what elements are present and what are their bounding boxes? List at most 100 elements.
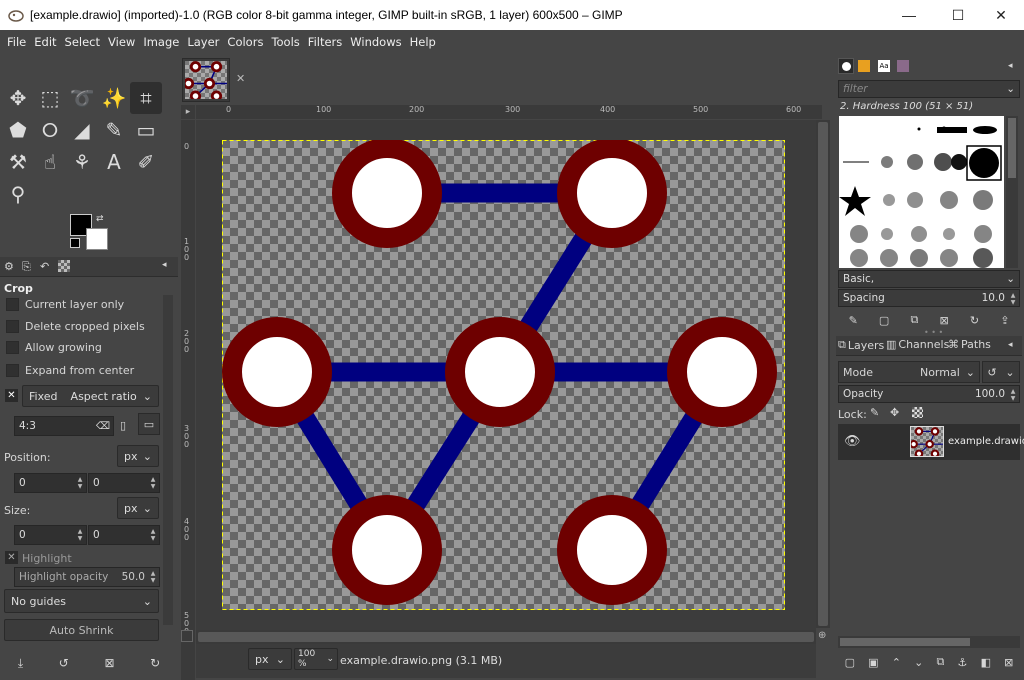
lasso-icon[interactable]: ➰	[66, 82, 98, 114]
tab-paths[interactable]: ⌘ Paths	[948, 338, 991, 351]
image-tab[interactable]	[182, 58, 230, 102]
guides-dropdown[interactable]: No guides ⌄	[4, 589, 159, 613]
restore-options-icon[interactable]: ↺	[59, 656, 69, 670]
minimize-button[interactable]: —	[886, 0, 932, 30]
tab-fonts-icon[interactable]: Aa	[878, 60, 890, 72]
close-window-button[interactable]: ✕	[978, 0, 1024, 30]
layer-mode-dropdown[interactable]: Mode Normal ⌄	[838, 361, 980, 383]
new-brush-icon[interactable]: ▢	[879, 314, 889, 327]
fixed-aspect-dropdown[interactable]: Fixed Aspect ratio ⌄	[22, 385, 159, 407]
portrait-icon[interactable]: ▯	[120, 419, 126, 432]
panel-menu-icon[interactable]: ◂	[162, 260, 167, 270]
vertical-scrollbar[interactable]	[816, 120, 830, 628]
brush-preset-dropdown[interactable]: Basic, ⌄	[838, 270, 1020, 288]
layers-scrollbar[interactable]	[838, 636, 1020, 648]
clone-tool-icon[interactable]: ⚒	[2, 146, 34, 178]
move-tool-icon[interactable]: ✥	[2, 82, 34, 114]
tab-document-history-icon[interactable]	[897, 60, 909, 72]
spinner-icon[interactable]: ▲ ▼	[147, 474, 159, 492]
tab-undo-history-icon[interactable]: ↶	[40, 260, 49, 273]
swap-colors-icon[interactable]: ⇄	[96, 214, 104, 224]
size-h-input[interactable]: 0 ▲ ▼	[88, 525, 160, 545]
menu-view[interactable]: View	[104, 35, 139, 49]
tab-device-status-icon[interactable]: ⎘	[22, 260, 31, 274]
refresh-brushes-icon[interactable]: ↻	[970, 314, 979, 327]
spinner-icon[interactable]: ▲ ▼	[147, 568, 159, 586]
background-color[interactable]	[86, 228, 108, 250]
toggle-quick-mask-icon[interactable]	[181, 630, 193, 642]
delete-options-icon[interactable]: ⊠	[104, 656, 114, 670]
horizontal-scrollbar[interactable]	[196, 630, 816, 644]
zoom-tool-icon[interactable]: ⚲	[2, 178, 34, 210]
crop-tool-icon[interactable]: ⌗	[130, 82, 162, 114]
vertical-ruler[interactable]: 0 100 200 300 400 500	[181, 120, 195, 680]
menu-select[interactable]: Select	[61, 35, 104, 49]
close-image-tab-button[interactable]: ✕	[236, 72, 245, 85]
landscape-icon[interactable]: ▭	[138, 413, 160, 435]
lock-position-icon[interactable]: ✥	[890, 406, 899, 419]
duplicate-brush-icon[interactable]: ⧉	[910, 313, 918, 327]
lock-pixels-icon[interactable]: ✎	[870, 406, 879, 419]
save-options-icon[interactable]: ⤓	[18, 656, 23, 671]
current-layer-only-checkbox[interactable]: Current layer only	[0, 293, 170, 315]
edit-brush-icon[interactable]: ✎	[849, 314, 858, 327]
quick-mask-corner-icon[interactable]: ▸	[181, 105, 195, 119]
spinner-icon[interactable]: ▲ ▼	[74, 526, 86, 544]
mask-layer-icon[interactable]: ◧	[981, 656, 991, 669]
navigate-icon[interactable]: ⊕	[818, 630, 826, 641]
spinner-icon[interactable]: ▲ ▼	[1007, 290, 1019, 308]
spinner-icon[interactable]: ▲ ▼	[1007, 386, 1019, 404]
brush-filter-input[interactable]: filter ⌄	[838, 80, 1020, 98]
tab-images-icon[interactable]	[58, 260, 70, 272]
duplicate-layer-icon[interactable]: ⧉	[937, 655, 945, 669]
auto-shrink-button[interactable]: Auto Shrink	[4, 619, 159, 641]
color-picker-icon[interactable]: ✐	[130, 146, 162, 178]
spacing-slider[interactable]: Spacing 10.0 ▲ ▼	[838, 289, 1020, 307]
panel-menu-icon[interactable]: ◂	[1008, 61, 1013, 71]
lower-layer-icon[interactable]: ⌄	[914, 656, 923, 669]
menu-image[interactable]: Image	[139, 35, 183, 49]
tab-tool-options-icon[interactable]: ⚙	[4, 260, 14, 273]
paintbrush-icon[interactable]: ✎	[98, 114, 130, 146]
new-layer-icon[interactable]: ▢	[845, 656, 855, 669]
menu-layer[interactable]: Layer	[183, 35, 223, 49]
layer-opacity-slider[interactable]: Opacity 100.0 ▲ ▼	[838, 385, 1020, 403]
position-y-input[interactable]: 0 ▲ ▼	[88, 473, 160, 493]
position-unit-dropdown[interactable]: px ⌄	[117, 445, 159, 467]
expand-center-checkbox[interactable]: Expand from center	[0, 359, 170, 381]
layer-row[interactable]: 👁 example.drawio	[838, 424, 1024, 460]
image-canvas[interactable]	[222, 140, 785, 610]
tab-patterns-icon[interactable]	[858, 60, 870, 72]
anchor-layer-icon[interactable]: ⚓	[958, 656, 968, 669]
fixed-checkbox[interactable]: ✕	[5, 389, 18, 402]
scrollbar-thumb[interactable]	[198, 632, 814, 642]
size-unit-dropdown[interactable]: px ⌄	[117, 497, 159, 519]
brush-scrollbar[interactable]	[1006, 116, 1018, 268]
new-layer-group-icon[interactable]: ▣	[868, 656, 878, 669]
warp-tool-icon[interactable]: ⭘	[34, 114, 66, 146]
spinner-icon[interactable]: ▲ ▼	[74, 474, 86, 492]
zoom-dropdown[interactable]: 100 % ⌄	[294, 648, 338, 670]
highlight-opacity-slider[interactable]: Highlight opacity 50.0 ▲ ▼	[14, 567, 160, 587]
reset-options-icon[interactable]: ↻	[150, 656, 160, 670]
delete-cropped-checkbox[interactable]: Delete cropped pixels	[0, 315, 170, 337]
bucket-fill-icon[interactable]: ◢	[66, 114, 98, 146]
options-scrollbar[interactable]	[163, 295, 173, 625]
composite-mode-dropdown[interactable]: ↺ ⌄	[982, 361, 1020, 383]
open-brush-icon[interactable]: ⇪	[1000, 314, 1009, 327]
menu-tools[interactable]: Tools	[267, 35, 303, 49]
allow-growing-checkbox[interactable]: Allow growing	[0, 336, 170, 358]
ratio-input[interactable]: 4:3 ⌫	[14, 416, 114, 436]
delete-brush-icon[interactable]: ⊠	[939, 314, 948, 327]
horizontal-ruler[interactable]: 0 100 200 300 400 500 600	[196, 105, 822, 119]
visibility-eye-icon[interactable]: 👁	[844, 434, 861, 449]
menu-help[interactable]: Help	[406, 35, 440, 49]
dodge-tool-icon[interactable]: ⚘	[66, 146, 98, 178]
highlight-checkbox[interactable]: ✕	[5, 551, 18, 564]
position-x-input[interactable]: 0 ▲ ▼	[14, 473, 87, 493]
size-w-input[interactable]: 0 ▲ ▼	[14, 525, 87, 545]
rect-select-icon[interactable]: ⬚	[34, 82, 66, 114]
menu-edit[interactable]: Edit	[30, 35, 60, 49]
eraser-icon[interactable]: ▭	[130, 114, 162, 146]
default-colors-icon[interactable]	[70, 238, 80, 248]
